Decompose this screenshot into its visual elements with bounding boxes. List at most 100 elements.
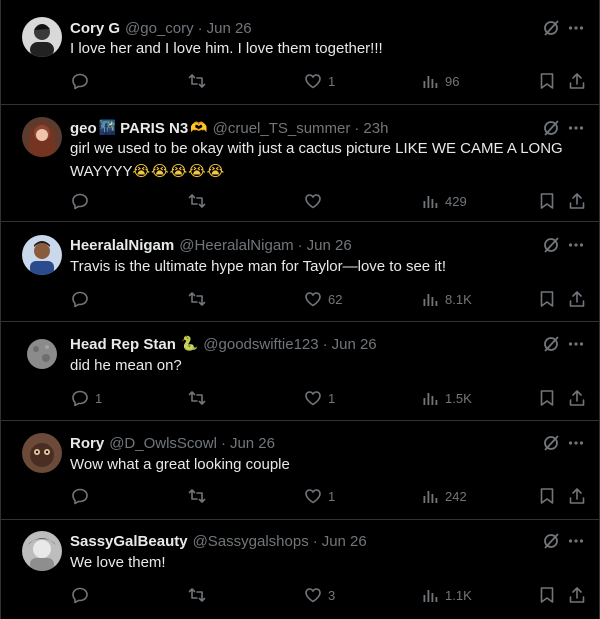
bookmark-button[interactable] xyxy=(538,290,556,308)
bookmark-button[interactable] xyxy=(538,192,556,210)
reply-button[interactable] xyxy=(71,192,95,210)
user-handle[interactable]: @cruel_TS_summer xyxy=(213,120,351,137)
timestamp[interactable]: Jun 26 xyxy=(322,533,367,550)
tweet-text: We love them! xyxy=(70,554,166,571)
like-button[interactable]: 3 xyxy=(304,586,335,604)
views-button[interactable]: 96 xyxy=(421,72,459,90)
timestamp[interactable]: Jun 26 xyxy=(332,336,377,353)
timestamp[interactable]: Jun 26 xyxy=(307,237,352,254)
like-count: 3 xyxy=(328,587,336,603)
display-name[interactable]: Rory xyxy=(70,435,104,452)
avatar[interactable] xyxy=(22,531,62,571)
action-bar: 3 1.1K xyxy=(1,586,599,606)
share-button[interactable] xyxy=(568,586,586,604)
grok-icon[interactable] xyxy=(542,119,560,137)
share-button[interactable] xyxy=(568,192,586,210)
avatar[interactable] xyxy=(22,433,62,473)
tweet[interactable]: Head Rep Stan 🐍 @goodswiftie123 · Jun 26… xyxy=(1,322,599,421)
repost-button[interactable] xyxy=(188,192,212,210)
reply-button[interactable] xyxy=(71,487,95,505)
more-options-icon[interactable] xyxy=(567,19,585,37)
views-button[interactable]: 429 xyxy=(421,192,467,210)
more-options-icon[interactable] xyxy=(567,532,585,550)
repost-button[interactable] xyxy=(188,290,212,308)
tweet-header: Cory G @go_cory · Jun 26 xyxy=(70,18,539,38)
grok-icon[interactable] xyxy=(542,19,560,37)
display-name[interactable]: SassyGalBeauty xyxy=(70,533,188,550)
like-count: 62 xyxy=(328,291,343,307)
user-handle[interactable]: @D_OwlsScowl xyxy=(109,435,217,452)
more-options-icon[interactable] xyxy=(567,434,585,452)
bookmark-button[interactable] xyxy=(538,487,556,505)
grok-icon[interactable] xyxy=(542,236,560,254)
repost-button[interactable] xyxy=(188,389,212,407)
avatar[interactable] xyxy=(22,17,62,57)
repost-icon xyxy=(188,487,206,505)
bookmark-button[interactable] xyxy=(538,586,556,604)
share-icon xyxy=(568,290,586,308)
repost-icon xyxy=(188,290,206,308)
heart-icon xyxy=(304,586,322,604)
like-button[interactable] xyxy=(304,192,328,210)
more-options-icon[interactable] xyxy=(567,335,585,353)
tweet-header: Head Rep Stan 🐍 @goodswiftie123 · Jun 26 xyxy=(70,334,539,354)
tweet[interactable]: geo 🌃 PARIS N3 🫶 @cruel_TS_summer · 23h … xyxy=(1,105,599,222)
tweet[interactable]: Rory @D_OwlsScowl · Jun 26 Wow what a gr… xyxy=(1,421,599,520)
like-button[interactable]: 1 xyxy=(304,487,335,505)
tweet[interactable]: HeeralalNigam @HeeralalNigam · Jun 26 Tr… xyxy=(1,222,599,322)
action-bar: 429 xyxy=(1,192,599,212)
analytics-icon xyxy=(421,72,439,90)
tweet-text: Travis is the ultimate hype man for Tayl… xyxy=(70,258,446,275)
user-handle[interactable]: @Sassygalshops xyxy=(193,533,309,550)
view-count: 1.5K xyxy=(445,390,472,406)
repost-button[interactable] xyxy=(188,487,212,505)
view-count: 429 xyxy=(445,193,467,209)
timestamp[interactable]: Jun 26 xyxy=(207,20,252,37)
timestamp[interactable]: 23h xyxy=(363,120,388,137)
share-button[interactable] xyxy=(568,389,586,407)
views-button[interactable]: 8.1K xyxy=(421,290,472,308)
views-button[interactable]: 242 xyxy=(421,487,467,505)
avatar[interactable] xyxy=(22,235,62,275)
grok-icon[interactable] xyxy=(542,434,560,452)
like-button[interactable]: 1 xyxy=(304,389,335,407)
user-handle[interactable]: @HeeralalNigam xyxy=(179,237,293,254)
tweet[interactable]: Cory G @go_cory · Jun 26 I love her and … xyxy=(1,0,599,105)
reply-icon xyxy=(71,72,89,90)
reply-button[interactable] xyxy=(71,586,95,604)
user-handle[interactable]: @goodswiftie123 xyxy=(203,336,318,353)
repost-icon xyxy=(188,192,206,210)
share-button[interactable] xyxy=(568,487,586,505)
separator-dot: · xyxy=(297,236,303,254)
timestamp[interactable]: Jun 26 xyxy=(230,435,275,452)
heart-icon xyxy=(304,72,322,90)
user-handle[interactable]: @go_cory xyxy=(125,20,194,37)
tweet[interactable]: SassyGalBeauty @Sassygalshops · Jun 26 W… xyxy=(1,520,599,619)
repost-button[interactable] xyxy=(188,586,212,604)
grok-icon[interactable] xyxy=(542,335,560,353)
like-button[interactable]: 1 xyxy=(304,72,335,90)
share-button[interactable] xyxy=(568,290,586,308)
grok-icon[interactable] xyxy=(542,532,560,550)
bookmark-button[interactable] xyxy=(538,72,556,90)
avatar[interactable] xyxy=(22,334,62,374)
like-button[interactable]: 62 xyxy=(304,290,342,308)
display-name[interactable]: Head Rep Stan xyxy=(70,336,176,353)
display-name[interactable]: Cory G xyxy=(70,20,120,37)
reply-button[interactable] xyxy=(71,290,95,308)
more-options-icon[interactable] xyxy=(567,119,585,137)
display-name[interactable]: HeeralalNigam xyxy=(70,237,174,254)
snake-emoji: 🐍 xyxy=(180,336,199,352)
view-count: 96 xyxy=(445,73,460,89)
more-options-icon[interactable] xyxy=(567,236,585,254)
reply-button[interactable] xyxy=(71,72,95,90)
display-name[interactable]: geo xyxy=(70,120,97,137)
avatar[interactable] xyxy=(22,117,62,157)
bookmark-button[interactable] xyxy=(538,389,556,407)
views-button[interactable]: 1.5K xyxy=(421,389,472,407)
reply-button[interactable]: 1 xyxy=(71,389,102,407)
repost-button[interactable] xyxy=(188,72,212,90)
views-button[interactable]: 1.1K xyxy=(421,586,472,604)
display-name-suffix[interactable]: PARIS N3 xyxy=(120,120,188,137)
share-button[interactable] xyxy=(568,72,586,90)
